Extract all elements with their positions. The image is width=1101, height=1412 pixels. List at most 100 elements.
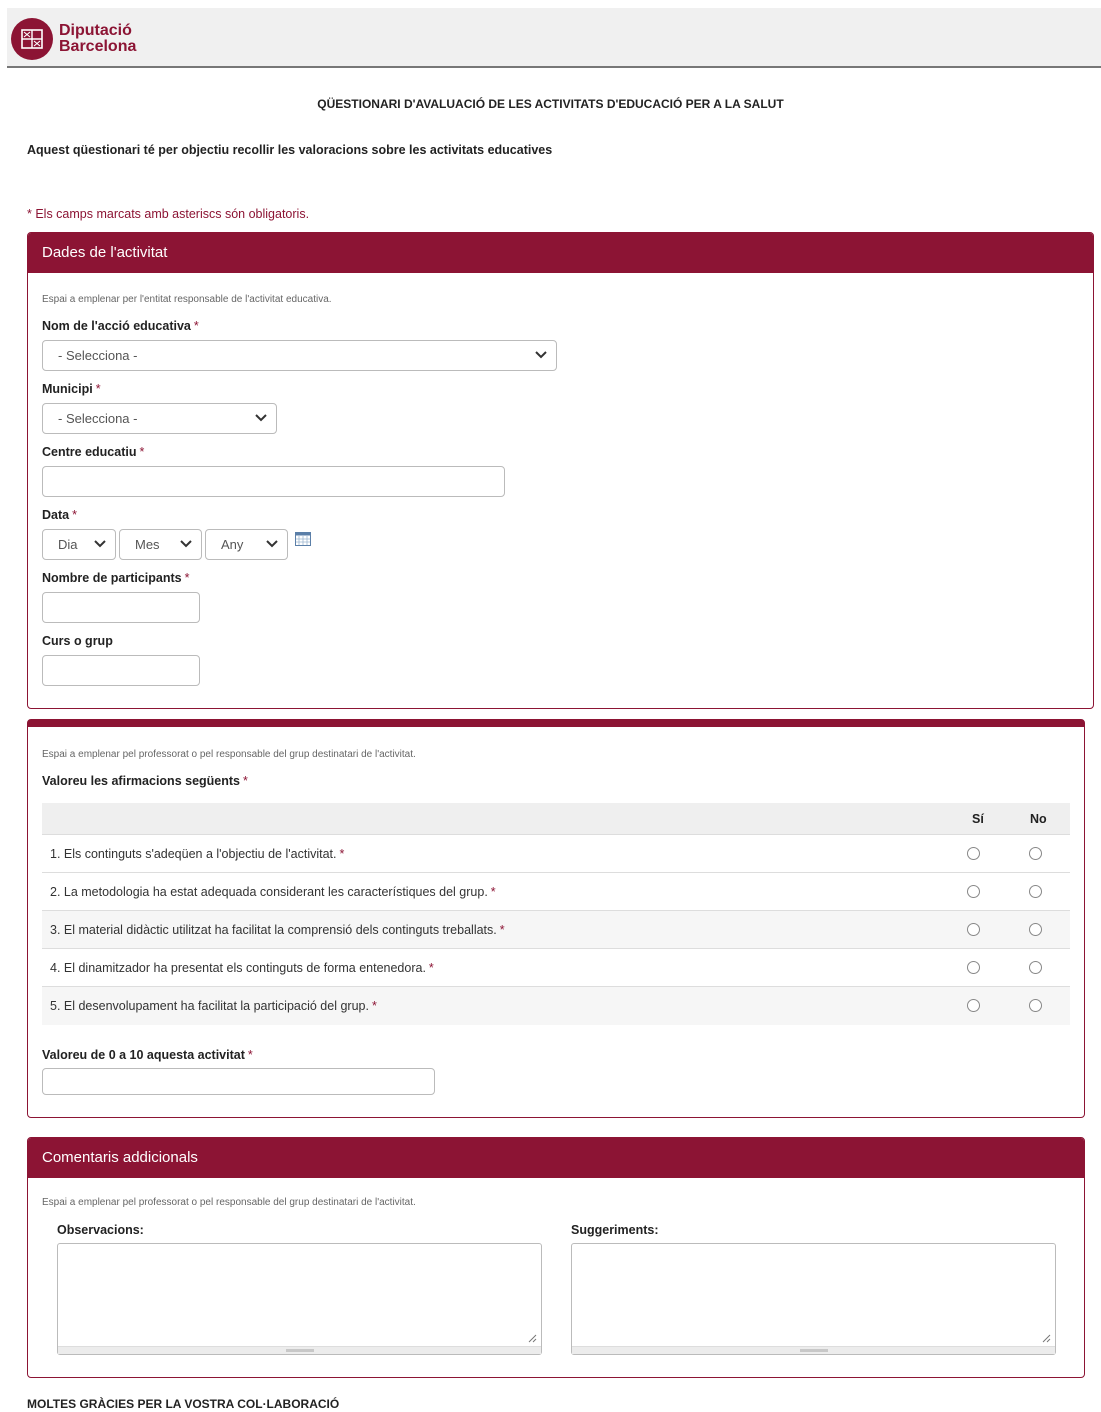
org-name-line2: Barcelona <box>59 38 137 55</box>
radio-yes[interactable] <box>967 961 980 974</box>
date-label: Data * <box>42 508 77 522</box>
required-mark: * <box>339 847 345 861</box>
required-note: * Els camps marcats amb asteriscs són ob… <box>27 207 310 221</box>
course-input[interactable] <box>42 655 200 686</box>
scrollbar-thumb[interactable] <box>799 1349 828 1352</box>
chevron-down-icon <box>266 540 278 548</box>
radio-no[interactable] <box>1029 847 1042 860</box>
thanks-message: MOLTES GRÀCIES PER LA VOSTRA COL·LABORAC… <box>27 1397 340 1411</box>
question-text-value: 1. Els continguts s'adeqüen a l'objectiu… <box>50 847 337 861</box>
radio-no[interactable] <box>1029 961 1042 974</box>
year-select-value: Any <box>221 537 244 552</box>
course-label: Curs o grup <box>42 634 113 648</box>
evaluation-label-text: Valoreu les afirmacions següents <box>42 774 240 788</box>
question-text: 1. Els continguts s'adeqüen a l'objectiu… <box>50 847 344 861</box>
comments-panel-heading: Comentaris addicionals <box>28 1138 1084 1178</box>
evaluation-help: Espai a emplenar pel professorat o pel r… <box>42 749 416 760</box>
radio-no[interactable] <box>1029 999 1042 1012</box>
resize-grip-icon[interactable] <box>1041 1333 1051 1343</box>
radio-yes[interactable] <box>967 923 980 936</box>
year-select[interactable]: Any <box>205 529 288 560</box>
column-no: No <box>1030 812 1047 826</box>
school-label-text: Centre educatiu <box>42 445 137 459</box>
evaluation-table: Sí No 1. Els continguts s'adeqüen a l'ob… <box>42 803 1070 1025</box>
suggestions-label: Suggeriments: <box>571 1223 659 1237</box>
municipality-label: Municipi * <box>42 382 101 396</box>
required-mark: * <box>72 508 77 522</box>
table-row: 4. El dinamitzador ha presentat els cont… <box>42 949 1070 987</box>
chevron-down-icon <box>94 540 106 548</box>
required-mark: * <box>247 1048 253 1062</box>
diputacio-seal-icon <box>11 18 53 60</box>
comments-panel: Comentaris addicionals Espai a emplenar … <box>27 1137 1085 1378</box>
school-label: Centre educatiu * <box>42 445 144 459</box>
required-mark: * <box>243 774 248 788</box>
observations-label: Observacions: <box>57 1223 144 1237</box>
textarea-scrollbar[interactable] <box>572 1346 1055 1354</box>
question-text: 4. El dinamitzador ha presentat els cont… <box>50 961 434 975</box>
score-label-text: Valoreu de 0 a 10 aquesta activitat <box>42 1048 245 1062</box>
school-input[interactable] <box>42 466 505 497</box>
table-row: 5. El desenvolupament ha facilitat la pa… <box>42 987 1070 1025</box>
radio-no[interactable] <box>1029 923 1042 936</box>
question-text: 2. La metodologia ha estat adequada cons… <box>50 885 496 899</box>
action-select[interactable]: - Selecciona - <box>42 340 557 371</box>
chevron-down-icon <box>255 414 267 422</box>
participants-input[interactable] <box>42 592 200 623</box>
calendar-icon[interactable] <box>295 532 311 546</box>
required-mark: * <box>371 999 377 1013</box>
chevron-down-icon <box>180 540 192 548</box>
textarea-scrollbar[interactable] <box>58 1346 541 1354</box>
participants-label: Nombre de participants * <box>42 571 190 585</box>
activity-panel-heading: Dades de l'activitat <box>28 233 1093 273</box>
required-mark: * <box>193 319 199 333</box>
table-row: 2. La metodologia ha estat adequada cons… <box>42 873 1070 911</box>
activity-help: Espai a emplenar per l'entitat responsab… <box>42 294 332 305</box>
score-label: Valoreu de 0 a 10 aquesta activitat * <box>42 1048 253 1062</box>
table-row: 3. El material didàctic utilitzat ha fac… <box>42 911 1070 949</box>
question-text-value: 5. El desenvolupament ha facilitat la pa… <box>50 999 369 1013</box>
action-label-text: Nom de l'acció educativa <box>42 319 191 333</box>
municipality-select[interactable]: - Selecciona - <box>42 403 277 434</box>
question-text-value: 3. El material didàctic utilitzat ha fac… <box>50 923 497 937</box>
date-label-text: Data <box>42 508 70 522</box>
required-mark: * <box>490 885 496 899</box>
resize-grip-icon[interactable] <box>527 1333 537 1343</box>
chevron-down-icon <box>535 351 547 359</box>
evaluation-panel: Espai a emplenar pel professorat o pel r… <box>27 719 1085 1118</box>
day-select-value: Dia <box>58 537 78 552</box>
org-logo[interactable]: Diputació Barcelona <box>11 18 136 60</box>
column-yes: Sí <box>972 812 984 826</box>
intro-text: Aquest qüestionari té per objectiu recol… <box>27 143 553 157</box>
table-header: Sí No <box>42 803 1070 835</box>
radio-no[interactable] <box>1029 885 1042 898</box>
required-mark: * <box>95 382 101 396</box>
required-mark: * <box>139 445 145 459</box>
observations-textarea[interactable] <box>57 1243 542 1355</box>
question-text-value: 4. El dinamitzador ha presentat els cont… <box>50 961 426 975</box>
action-select-value: - Selecciona - <box>58 348 138 363</box>
question-text: 3. El material didàctic utilitzat ha fac… <box>50 923 505 937</box>
required-mark: * <box>428 961 434 975</box>
month-select-value: Mes <box>135 537 160 552</box>
site-header: Diputació Barcelona <box>7 8 1101 68</box>
table-row: 1. Els continguts s'adeqüen a l'objectiu… <box>42 835 1070 873</box>
suggestions-textarea[interactable] <box>571 1243 1056 1355</box>
score-input[interactable] <box>42 1068 435 1095</box>
day-select[interactable]: Dia <box>42 529 116 560</box>
radio-yes[interactable] <box>967 885 980 898</box>
action-label: Nom de l'acció educativa * <box>42 319 199 333</box>
scrollbar-thumb[interactable] <box>285 1349 314 1352</box>
radio-yes[interactable] <box>967 847 980 860</box>
municipality-label-text: Municipi <box>42 382 93 396</box>
participants-label-text: Nombre de participants <box>42 571 182 585</box>
page-title: QÜESTIONARI D'AVALUACIÓ DE LES ACTIVITAT… <box>317 97 784 111</box>
org-name: Diputació Barcelona <box>59 23 136 55</box>
activity-panel: Dades de l'activitat Espai a emplenar pe… <box>27 232 1094 709</box>
comments-help: Espai a emplenar pel professorat o pel r… <box>42 1197 416 1208</box>
month-select[interactable]: Mes <box>119 529 202 560</box>
evaluation-label: Valoreu les afirmacions següents * <box>42 774 248 788</box>
municipality-select-value: - Selecciona - <box>58 411 138 426</box>
radio-yes[interactable] <box>967 999 980 1012</box>
question-text: 5. El desenvolupament ha facilitat la pa… <box>50 999 377 1013</box>
